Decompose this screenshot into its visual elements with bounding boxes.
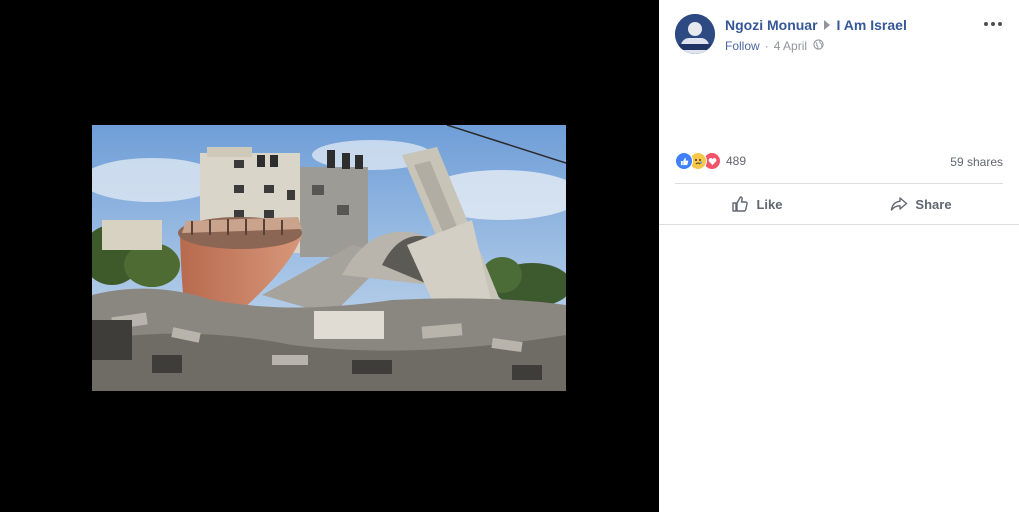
author-name-link[interactable]: Ngozi Monuar bbox=[725, 17, 818, 33]
reactions-summary[interactable]: 489 bbox=[675, 152, 746, 170]
reaction-count[interactable]: 489 bbox=[726, 154, 746, 168]
avatar[interactable] bbox=[675, 14, 715, 54]
share-button[interactable]: Share bbox=[839, 184, 1003, 224]
like-label: Like bbox=[756, 196, 783, 212]
post-side-panel: Ngozi Monuar I Am Israel Follow · 4 Apri… bbox=[659, 0, 1019, 512]
like-button[interactable]: Like bbox=[675, 184, 839, 224]
more-options-icon[interactable] bbox=[981, 18, 1005, 30]
post-header: Ngozi Monuar I Am Israel bbox=[725, 16, 907, 34]
follow-link[interactable]: Follow bbox=[725, 39, 760, 53]
page-name-link[interactable]: I Am Israel bbox=[837, 17, 907, 33]
post-action-bar: Like Share bbox=[675, 184, 1003, 224]
post-date-link[interactable]: 4 April bbox=[774, 39, 807, 53]
share-count[interactable]: 59 shares bbox=[950, 155, 1003, 169]
photo-viewer bbox=[0, 0, 659, 512]
divider bbox=[659, 224, 1019, 225]
post-photo[interactable] bbox=[92, 125, 566, 391]
share-arrow-icon bbox=[891, 197, 908, 211]
profile-photo-icon bbox=[675, 14, 715, 54]
thumbs-up-icon bbox=[732, 196, 749, 212]
shared-to-arrow-icon bbox=[823, 20, 830, 30]
share-label: Share bbox=[915, 196, 952, 212]
post-meta: Follow · 4 April bbox=[725, 39, 824, 53]
globe-icon[interactable] bbox=[813, 39, 824, 53]
like-reaction-icon bbox=[675, 152, 693, 170]
collapsed-building-photo bbox=[92, 125, 566, 391]
meta-separator: · bbox=[764, 39, 769, 53]
